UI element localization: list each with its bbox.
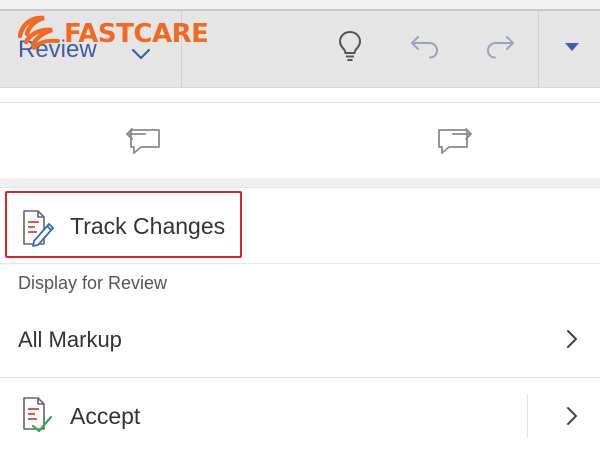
expand-ribbon-button[interactable] [552,28,592,68]
next-comment-button[interactable] [433,123,473,159]
brand-logo-icon [16,12,62,57]
lightbulb-icon [337,29,363,68]
display-for-review-value: All Markup [18,327,122,352]
accept-icon [20,395,56,435]
track-changes-icon [20,208,56,248]
toolbar-divider [538,11,539,88]
chevron-right-icon [562,327,582,351]
expand-caret-icon [564,39,580,57]
accept-label: Accept [70,403,141,429]
comment-navigation-row [0,102,600,178]
previous-comment-icon [125,121,165,162]
brand-name: FASTCARE [64,19,209,49]
display-for-review-label: Display for Review [18,273,168,293]
undo-button[interactable] [405,28,445,68]
redo-icon [484,32,516,65]
track-changes-label: Track Changes [70,213,226,239]
accept-options-chevron-icon[interactable] [562,404,582,428]
toolbar-top-edge [0,0,600,11]
undo-icon [409,32,441,65]
brand-watermark: FASTCARE [16,12,209,57]
next-comment-icon [433,121,473,162]
tell-me-lightbulb-button[interactable] [330,28,370,68]
display-for-review-selector[interactable]: All Markup [0,300,600,378]
accept-split-divider [527,394,528,438]
ribbon-toolbar: Review FASTCARE [0,0,600,88]
previous-comment-button[interactable] [125,123,165,159]
section-separator [0,178,600,188]
track-changes-row[interactable]: Track Changes [0,189,600,264]
redo-button[interactable] [480,28,520,68]
accept-row[interactable]: Accept [0,379,600,450]
